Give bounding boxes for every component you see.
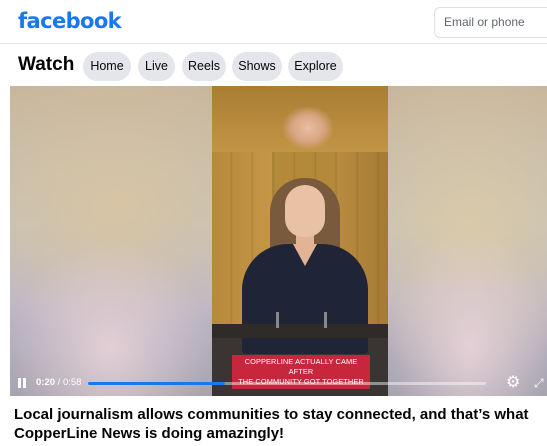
blurred-face <box>212 86 388 152</box>
video-controls: 0:20 / 0:58 ⚙ ⤢ <box>10 374 547 396</box>
facebook-logo[interactable]: facebook <box>18 9 122 33</box>
speaker-face <box>285 185 325 237</box>
tab-live[interactable]: Live <box>138 52 175 81</box>
post-description: Local journalism allows communities to s… <box>14 406 529 442</box>
tab-reels[interactable]: Reels <box>182 52 226 81</box>
microphone <box>276 312 279 328</box>
progress-fill <box>88 382 226 385</box>
duration: 0:58 <box>62 377 82 388</box>
tab-shows[interactable]: Shows <box>232 52 282 81</box>
pause-icon[interactable] <box>18 378 26 388</box>
video-player[interactable]: COPPERLINE ACTUALLY CAME AFTER THE COMMU… <box>10 86 547 396</box>
watch-nav: Watch Home Live Reels Shows Explore <box>0 45 547 87</box>
top-header: facebook Email or phone <box>0 0 547 44</box>
email-or-phone-input[interactable]: Email or phone <box>434 7 547 38</box>
gear-icon[interactable]: ⚙ <box>506 375 520 391</box>
current-time: 0:20 <box>36 377 56 388</box>
tab-home[interactable]: Home <box>83 52 131 81</box>
video-frame <box>212 86 388 396</box>
time-display: 0:20 / 0:58 <box>36 377 82 388</box>
progress-bar[interactable] <box>88 382 486 385</box>
microphone <box>324 312 327 328</box>
tab-explore[interactable]: Explore <box>288 52 343 81</box>
watch-title[interactable]: Watch <box>18 54 74 76</box>
podium <box>212 324 388 338</box>
expand-icon[interactable]: ⤢ <box>534 376 544 390</box>
